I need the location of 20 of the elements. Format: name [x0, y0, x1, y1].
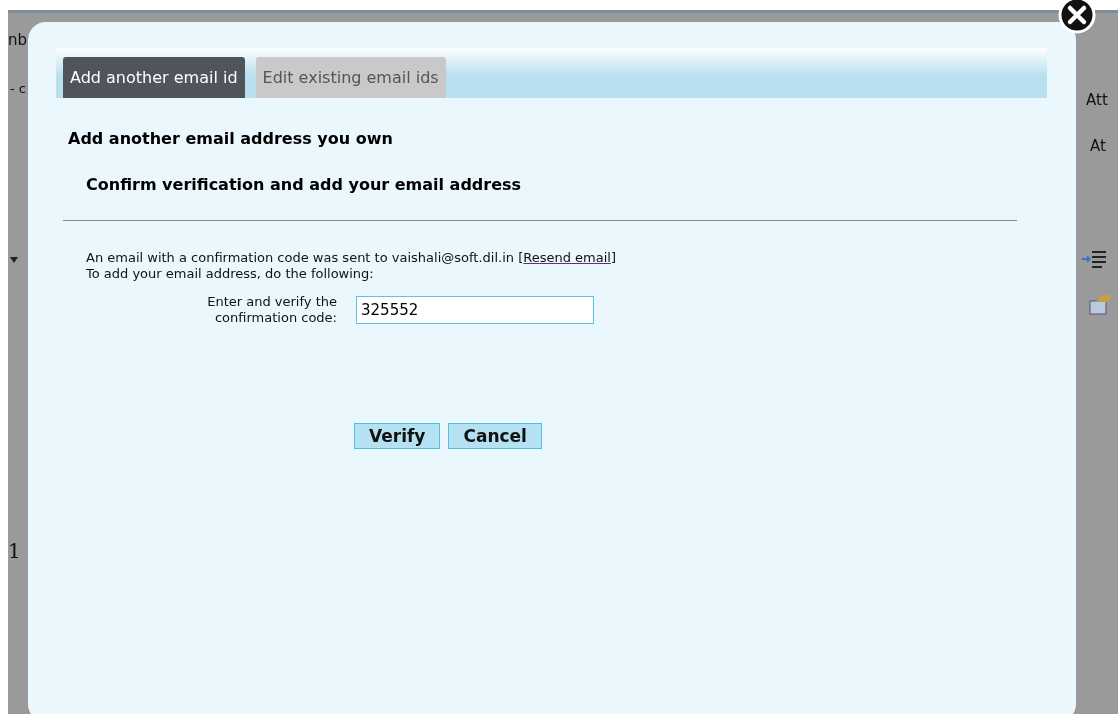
- message-text: An email with a confirmation code was sent to vaishali@soft.dil.in [Resend email]: [86, 250, 617, 266]
- instruction-text: To add your email address, do the following:: [86, 266, 375, 282]
- background-text: 1: [8, 539, 21, 563]
- folder-icon: [1088, 293, 1112, 315]
- code-input-field[interactable]: 325552: [356, 296, 594, 324]
- resend-link[interactable]: Resend email: [523, 250, 611, 265]
- dialog-heading: Add another email address you own: [68, 129, 394, 148]
- tab[interactable]: Add another email id: [63, 57, 245, 98]
- background-text: - c: [10, 81, 26, 96]
- verify-button[interactable]: Verify: [354, 423, 441, 449]
- field-label: Enter and verify the confirmation code:: [206, 294, 337, 326]
- dropdown-arrow-icon: [10, 257, 18, 263]
- indent-icon: [1082, 249, 1106, 269]
- tab[interactable]: Edit existing email ids: [255, 57, 446, 98]
- background-text: At: [1090, 137, 1106, 155]
- close-icon[interactable]: [1058, 0, 1096, 34]
- section-heading: Confirm verification and add your email address: [86, 175, 523, 194]
- background-text: Att: [1086, 91, 1108, 109]
- background-text: nb: [8, 31, 28, 49]
- cancel-button[interactable]: Cancel: [448, 423, 542, 449]
